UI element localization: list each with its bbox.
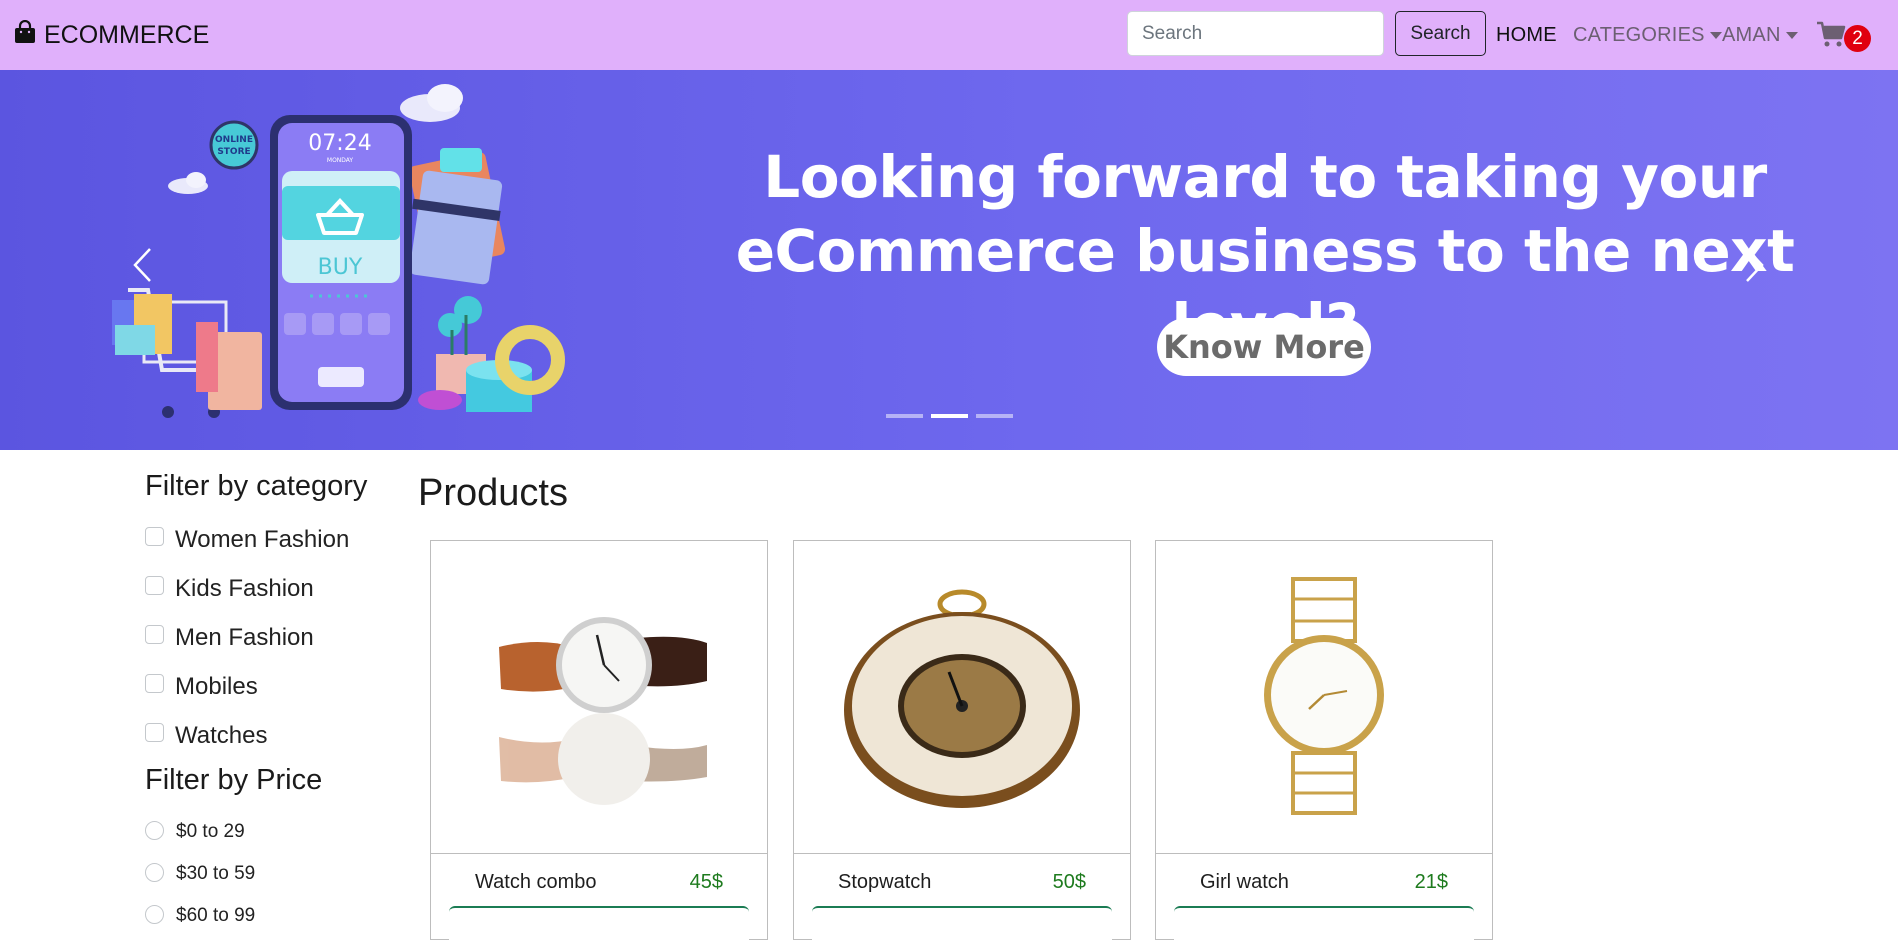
carousel-indicator-1[interactable] (886, 414, 923, 418)
price-option-0-29[interactable]: $0 to 29 (145, 811, 385, 853)
category-label: Women Fashion (175, 525, 350, 553)
product-price: 50$ (1052, 871, 1086, 893)
product-name: Stopwatch (838, 871, 932, 893)
category-label: Watches (175, 721, 268, 749)
category-checkbox[interactable] (145, 527, 164, 546)
chevron-left-icon (133, 248, 151, 282)
carousel-next-button[interactable] (1735, 240, 1775, 290)
price-label: $60 to 99 (176, 905, 256, 926)
online-shopping-illustration: ONLINE STORE 07:24 MONDAY BUY (112, 84, 565, 418)
price-radio[interactable] (145, 862, 164, 882)
product-price: 21$ (1414, 871, 1448, 893)
gold-watch-image (1264, 577, 1384, 815)
category-filter-title: Filter by category (145, 470, 368, 502)
price-option-60-99[interactable]: $60 to 99 (145, 895, 385, 937)
category-checkbox[interactable] (145, 723, 164, 742)
add-to-cart-button[interactable] (1174, 906, 1474, 946)
filter-sidebar: Filter by category Women Fashion Kids Fa… (145, 470, 385, 937)
chevron-right-icon (1746, 248, 1764, 282)
product-image[interactable] (794, 541, 1130, 854)
brand-name: ECOMMERCE (44, 20, 210, 49)
category-checkbox[interactable] (145, 576, 164, 595)
phone-day: MONDAY (327, 157, 354, 164)
nav-categories-label: CATEGORIES (1573, 23, 1705, 46)
brand-link[interactable]: ECOMMERCE (14, 0, 209, 70)
category-option-kids-fashion[interactable]: Kids Fashion (145, 564, 385, 613)
product-price: 45$ (689, 871, 723, 893)
search-input[interactable] (1127, 11, 1384, 56)
store-badge-line2: STORE (217, 147, 250, 157)
category-filter-list: Women Fashion Kids Fashion Men Fashion M… (145, 515, 385, 760)
shopping-bag-icon (14, 19, 36, 51)
price-radio[interactable] (145, 820, 164, 840)
chevron-down-icon (1709, 31, 1722, 39)
product-image[interactable] (1156, 541, 1492, 854)
store-badge-line1: ONLINE (215, 135, 253, 145)
product-card[interactable]: Watch combo 45$ (430, 540, 768, 946)
category-label: Mobiles (175, 672, 258, 700)
nav-home-label: HOME (1496, 23, 1557, 46)
products-heading: Products (418, 472, 568, 514)
price-label: $30 to 59 (176, 863, 256, 884)
phone-buy-label: BUY (318, 255, 363, 280)
category-checkbox[interactable] (145, 674, 164, 693)
category-label: Men Fashion (175, 623, 314, 651)
category-checkbox[interactable] (145, 625, 164, 644)
category-option-women-fashion[interactable]: Women Fashion (145, 515, 385, 564)
carousel-prev-button[interactable] (122, 240, 162, 290)
know-more-button[interactable]: Know More (1157, 318, 1371, 376)
category-option-mobiles[interactable]: Mobiles (145, 662, 385, 711)
category-option-men-fashion[interactable]: Men Fashion (145, 613, 385, 662)
phone-time: 07:24 (308, 131, 371, 156)
wrist-watch-image (499, 617, 707, 805)
chevron-down-icon (1785, 31, 1798, 39)
pocket-watch-image (844, 589, 1080, 808)
hero-carousel: ONLINE STORE 07:24 MONDAY BUY Looking fo… (0, 70, 1898, 450)
price-radio[interactable] (145, 904, 164, 924)
price-option-30-59[interactable]: $30 to 59 (145, 853, 385, 895)
product-image[interactable] (431, 541, 767, 854)
add-to-cart-button[interactable] (449, 906, 749, 946)
nav-categories-dropdown[interactable]: CATEGORIES (1573, 0, 1722, 70)
price-label: $0 to 29 (176, 821, 245, 842)
product-card[interactable]: Stopwatch 50$ (793, 540, 1131, 946)
top-navbar: ECOMMERCE Search HOME CATEGORIES AMAN 2 (0, 0, 1898, 70)
carousel-indicator-3[interactable] (976, 414, 1013, 418)
add-to-cart-button[interactable] (812, 906, 1112, 946)
product-card[interactable]: Girl watch 21$ (1155, 540, 1493, 946)
search-button[interactable]: Search (1395, 11, 1486, 56)
cart-button[interactable]: 2 (1816, 18, 1876, 54)
nav-home-link[interactable]: HOME (1496, 0, 1557, 70)
product-name: Girl watch (1200, 871, 1289, 893)
cart-count-badge: 2 (1844, 25, 1871, 52)
hero-headline-line1: Looking forward to taking your (763, 143, 1767, 211)
carousel-indicator-2[interactable] (931, 414, 968, 418)
price-filter-title: Filter by Price (145, 764, 323, 796)
category-label: Kids Fashion (175, 574, 314, 602)
product-name: Watch combo (475, 871, 597, 893)
carousel-indicators (886, 414, 1013, 418)
price-filter-list: $0 to 29 $30 to 59 $60 to 99 (145, 811, 385, 937)
category-option-watches[interactable]: Watches (145, 711, 385, 760)
nav-user-label: AMAN (1722, 23, 1781, 46)
nav-user-dropdown[interactable]: AMAN (1722, 0, 1798, 70)
